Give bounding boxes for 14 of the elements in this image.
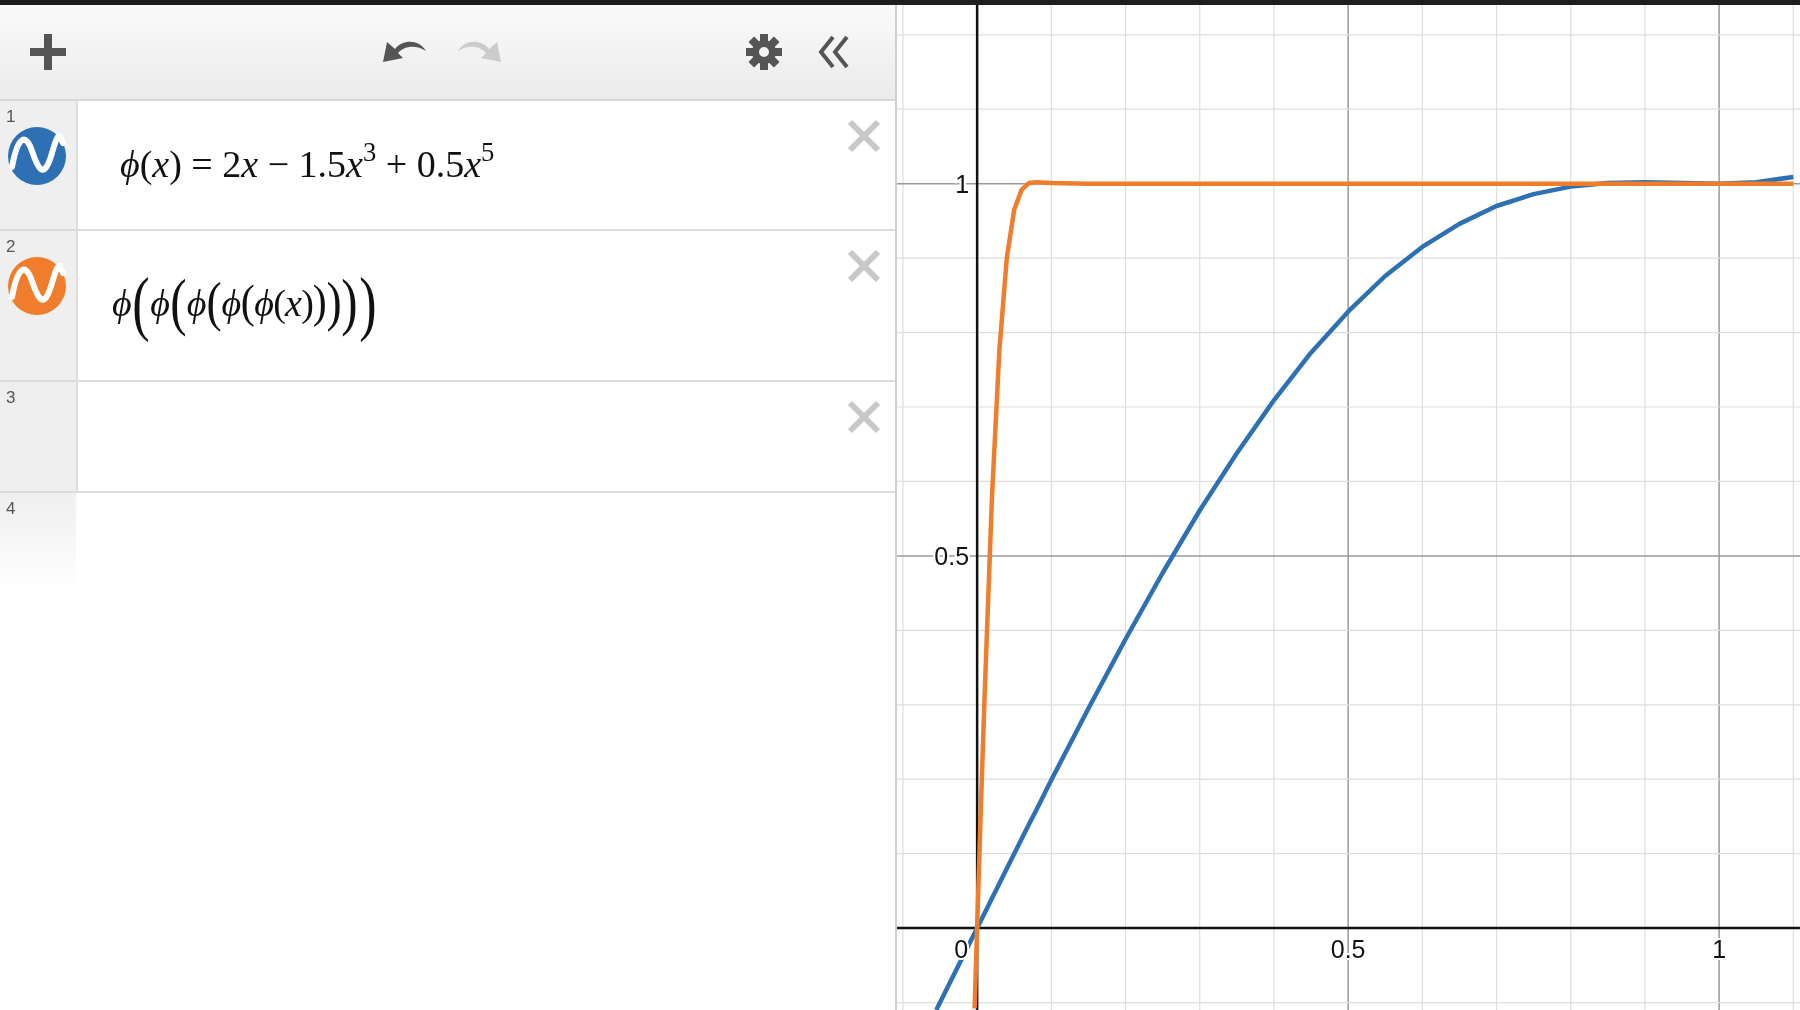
line-number: 2 [6, 237, 16, 257]
settings-icon[interactable] [745, 33, 783, 71]
line-number: 4 [6, 499, 16, 519]
tick-label: 0.5 [1330, 935, 1366, 964]
tick-label: 1 [1712, 935, 1727, 964]
line-number: 3 [6, 388, 16, 408]
line-number: 1 [6, 107, 16, 127]
tick-label: 0.5 [934, 541, 970, 570]
collapse-icon[interactable] [818, 35, 850, 69]
graph-style-icon[interactable] [8, 257, 66, 315]
graph-style-icon[interactable] [8, 127, 66, 185]
plus-icon[interactable] [30, 34, 66, 70]
math-expression[interactable]: ϕ(x) = 2x − 1.5x$^{3}$ + 0.5x$^{5}$ [120, 136, 495, 186]
tick-label: 1 [955, 169, 970, 198]
